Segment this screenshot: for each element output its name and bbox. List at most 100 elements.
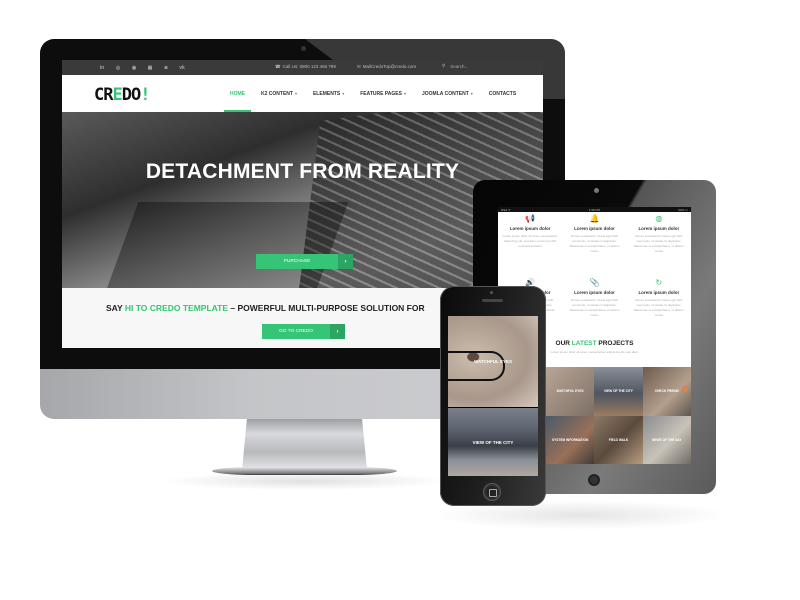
search-box: ⚲ (442, 63, 501, 69)
projects-title-suffix: PROJECTS (596, 340, 634, 347)
intro-title: SAY HI TO CREDO TEMPLATE – POWERFUL MULT… (106, 303, 425, 313)
purchase-button[interactable]: PURCHASE › (256, 254, 353, 269)
project-label: NEWS OF THE DAY (652, 437, 682, 442)
refresh-icon: ↻ (655, 278, 663, 287)
chevron-down-icon: ▾ (342, 91, 345, 96)
feature-box: 🔔 Lorem ipsum dolor Donec consectetur me… (562, 213, 626, 269)
nav-label: JOOMLA CONTENT (422, 90, 469, 97)
project-label: VIEW OF THE CITY (604, 389, 633, 394)
status-carrier: iPad ᯤ (501, 207, 511, 212)
nav-label: K2 CONTENT (261, 90, 293, 97)
feature-title[interactable]: Lorem ipsum dolor (630, 290, 688, 295)
purchase-button-label: PURCHASE (283, 259, 311, 264)
phone-text: Call Us: 0800 123 456 789 (282, 64, 336, 69)
vimeo-icon[interactable]: ▣ (146, 65, 154, 71)
nav-item-elements[interactable]: ELEMENTS ▾ (305, 75, 352, 112)
project-badge (681, 386, 688, 392)
feature-text: Lorem ipsum dolor sit amet, consectetuer… (502, 234, 558, 248)
bell-icon: 🔔 (589, 214, 600, 223)
tablet-home-button (588, 474, 600, 486)
projects-title-highlight: LATEST (571, 340, 597, 347)
nav-label: CONTACTS (488, 90, 517, 97)
linkedin-icon[interactable]: in (98, 65, 106, 71)
phone-speaker (482, 299, 503, 302)
search-input[interactable] (450, 63, 501, 69)
project-label: SYSTEM INFORMATION (552, 437, 589, 442)
hero-slider: DETACHMENT FROM REALITY PURCHASE › (62, 112, 543, 288)
project-tile[interactable]: VIEW OF THE CITY (594, 367, 643, 416)
nav-label: HOME (230, 90, 245, 97)
contact-phone: ☎ Call Us: 0800 123 456 789 (275, 64, 336, 70)
main-nav: HOME K2 CONTENT ▾ ELEMENTS ▾ FEATURE PAG… (222, 75, 524, 112)
phone-project-card[interactable]: VIEW OF THE CITY (448, 408, 538, 476)
instagram-icon[interactable]: ◙ (162, 65, 170, 71)
nav-item-contacts[interactable]: CONTACTS (481, 75, 524, 112)
feature-title[interactable]: Lorem ipsum dolor (565, 290, 623, 295)
logo-part: CR (94, 85, 114, 105)
monitor-camera (301, 46, 306, 51)
feature-box: ◍ Lorem ipsum dolor Donec consectetur me… (627, 213, 691, 269)
phone-project-label: WATCHFUL EYES (473, 359, 513, 364)
top-bar: in ◎ ◉ ▣ ◙ vk ☎ Call Us: 0800 123 456 78… (62, 60, 543, 75)
nav-item-k2-content[interactable]: K2 CONTENT ▾ (253, 75, 305, 112)
feature-text: Donec consectetur metus eget felis commo… (633, 298, 684, 317)
project-tile[interactable]: FIELD WALK (594, 415, 643, 464)
email-text[interactable]: MailCredoTop@credo.com (363, 64, 416, 70)
feature-title[interactable]: Lorem ipsum dolor (501, 226, 559, 231)
nav-item-joomla-content[interactable]: JOOMLA CONTENT ▾ (414, 75, 481, 112)
nav-label: FEATURE PAGES (360, 90, 402, 97)
feature-text: Donec consectetur metus eget felis commo… (569, 298, 620, 317)
project-tile[interactable]: CHECK FRIEND (642, 367, 691, 416)
logo-part: E (112, 85, 122, 105)
site-header: CREDO! HOME K2 CONTENT ▾ ELEMENTS ▾ FEAT… (62, 75, 543, 112)
globe-icon: ◍ (655, 214, 663, 223)
feature-text: Donec consectetur metus eget felis commo… (569, 234, 620, 253)
chevron-down-icon: ▾ (470, 91, 473, 96)
go-to-credo-button[interactable]: GO TO CREDO › (262, 324, 345, 339)
status-battery: 92% ▭ (678, 207, 688, 212)
logo-part: ! (140, 85, 150, 105)
logo[interactable]: CREDO! (94, 85, 150, 105)
search-icon[interactable]: ⚲ (442, 63, 445, 69)
chevron-down-icon: ▾ (294, 91, 297, 96)
phone-home-button (483, 483, 501, 501)
feature-box: 📢 Lorem ipsum dolor Lorem ipsum dolor si… (498, 213, 562, 269)
tablet-status-bar: iPad ᯤ 1:58 PM 92% ▭ (498, 207, 691, 212)
feature-title[interactable]: Lorem ipsum dolor (565, 226, 623, 231)
hero-background-trackpad (105, 202, 349, 288)
nav-item-home[interactable]: HOME (222, 75, 253, 112)
feature-title[interactable]: Lorem ipsum dolor (630, 226, 688, 231)
phone-icon: ☎ (275, 64, 281, 69)
phone-project-card[interactable]: WATCHFUL EYES (448, 316, 538, 407)
paperclip-icon: 📎 (589, 278, 600, 287)
monitor-stand (242, 418, 367, 470)
social-links: in ◎ ◉ ▣ ◙ vk (98, 60, 186, 75)
feature-text: Donec consectetur metus eget felis commo… (633, 234, 684, 253)
project-tile[interactable]: NEWS OF THE DAY (642, 415, 691, 464)
projects-grid: WATCHFUL EYES VIEW OF THE CITY CHECK FRI… (546, 367, 691, 464)
phone-project-label: VIEW OF THE CITY (472, 440, 514, 445)
status-time: 1:58 PM (588, 207, 601, 212)
chevron-right-icon: › (338, 254, 353, 269)
project-label: FIELD WALK (608, 437, 629, 442)
intro-highlight: HI TO CREDO TEMPLATE (124, 303, 229, 313)
mail-icon: ✉ (357, 64, 361, 69)
project-label: CHECK FRIEND (654, 389, 679, 394)
logo-part: DO (121, 85, 142, 105)
feature-box: ↻ Lorem ipsum dolor Donec consectetur me… (627, 277, 691, 333)
vk-icon[interactable]: vk (178, 65, 186, 71)
project-label: WATCHFUL EYES (556, 389, 584, 394)
project-tile[interactable]: WATCHFUL EYES (546, 367, 595, 416)
dribbble-icon[interactable]: ◎ (114, 65, 122, 71)
pinterest-icon[interactable]: ◉ (130, 65, 138, 71)
go-to-credo-label: GO TO CREDO (279, 329, 313, 334)
intro-prefix: SAY (106, 303, 125, 313)
nav-item-feature-pages[interactable]: FEATURE PAGES ▾ (352, 75, 414, 112)
phone-camera (490, 291, 493, 294)
megaphone-icon: 📢 (525, 214, 536, 223)
projects-title-prefix: OUR (555, 340, 572, 347)
project-tile[interactable]: SYSTEM INFORMATION (546, 415, 595, 464)
monitor-foot (212, 467, 397, 475)
feature-box: 📎 Lorem ipsum dolor Donec consectetur me… (562, 277, 626, 333)
contact-email[interactable]: ✉ MailCredoTop@credo.com (357, 64, 416, 70)
